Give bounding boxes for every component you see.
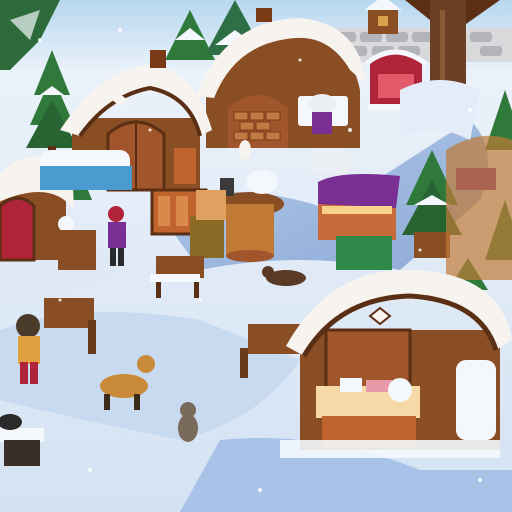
cat-figure — [239, 140, 251, 160]
vendor-dog — [388, 378, 412, 402]
sleigh — [336, 236, 392, 270]
bench-icon — [0, 428, 44, 466]
chimney — [256, 8, 272, 22]
game-scene — [0, 0, 512, 512]
dog-icon — [178, 402, 198, 442]
winter-village-illustration — [0, 0, 512, 512]
goods-box — [340, 378, 362, 392]
chimney — [150, 50, 166, 68]
snowy-goat — [456, 360, 496, 440]
